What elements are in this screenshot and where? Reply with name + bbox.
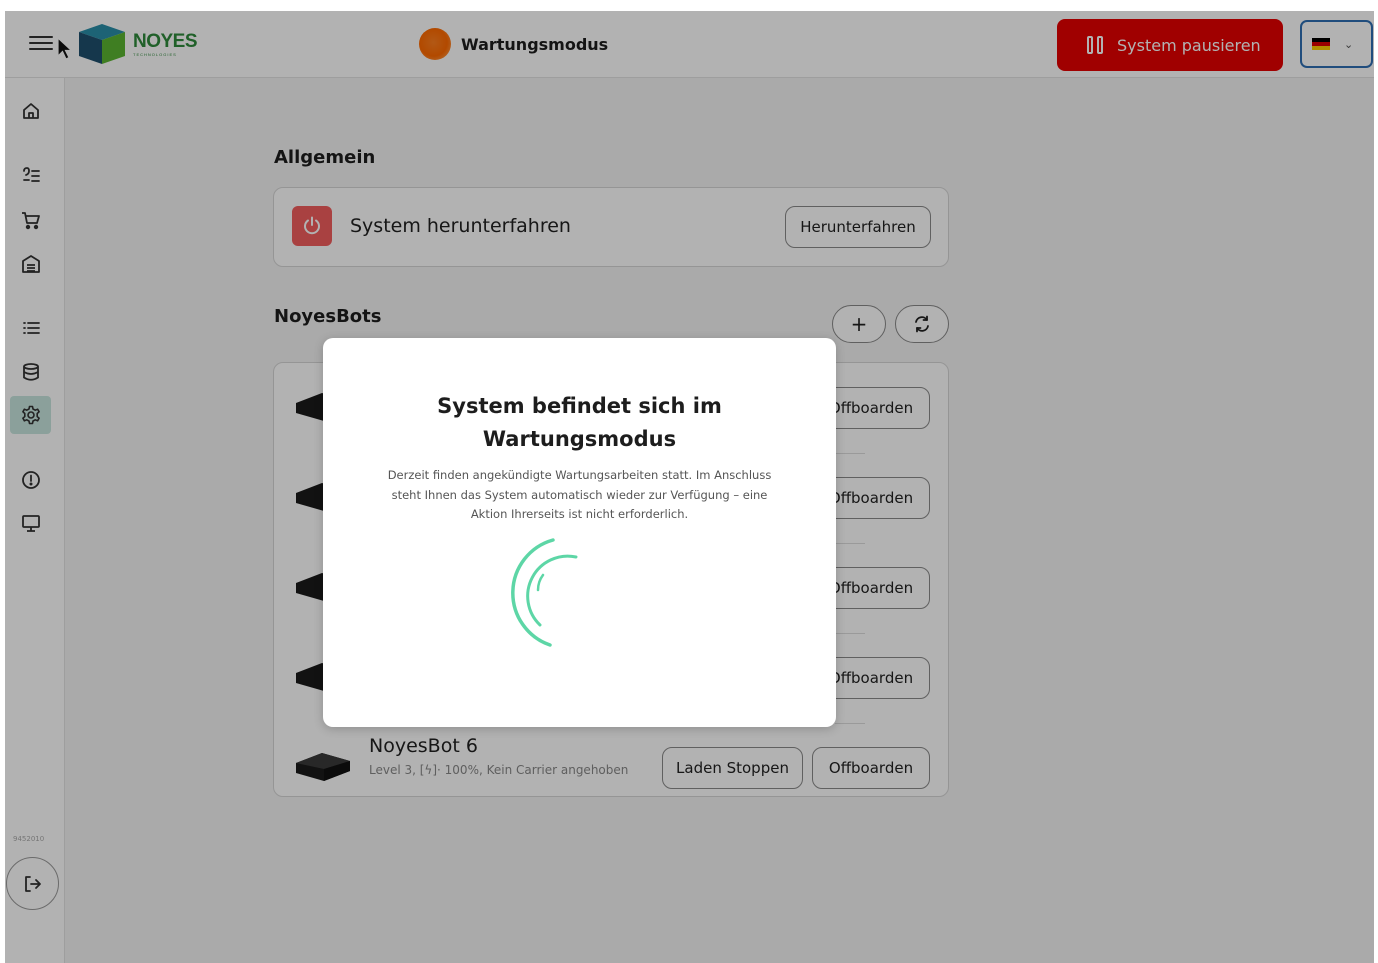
loading-spinner-icon — [511, 538, 578, 647]
maintenance-dialog: System befindet sich im Wartungsmodus De… — [323, 338, 836, 727]
dialog-title: System befindet sich im Wartungsmodus — [437, 394, 722, 451]
dialog-message: Derzeit finden angekündigte Wartungsarbe… — [387, 468, 772, 521]
app-window: NOYES TECHNOLOGIES Wartungsmodus System … — [5, 11, 1374, 963]
